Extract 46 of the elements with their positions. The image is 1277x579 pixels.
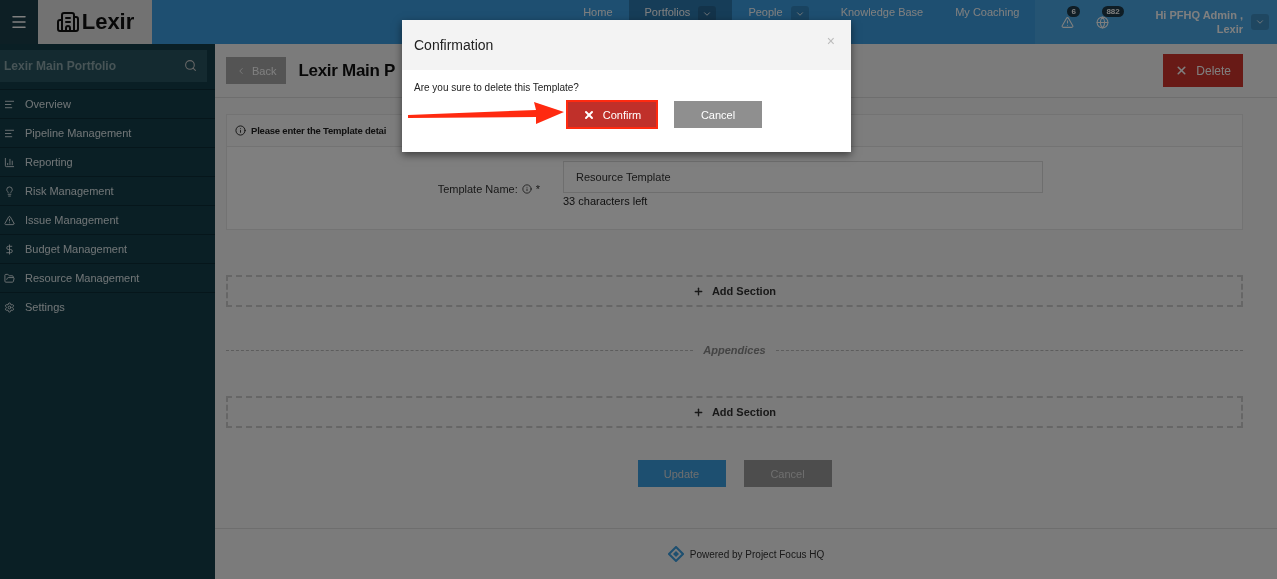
search-icon[interactable] <box>184 59 197 72</box>
user-greeting: Hi PFHQ Admin , Lexir <box>1155 8 1243 36</box>
plus-icon <box>692 406 704 418</box>
dollar-icon <box>4 243 15 255</box>
sidebar-item[interactable]: Settings <box>0 292 215 321</box>
bar-chart-icon <box>4 156 15 168</box>
sidebar-item[interactable]: Resource Management <box>0 263 215 292</box>
building-icon <box>55 10 80 34</box>
dialog-title: Confirmation <box>414 37 494 53</box>
delete-button[interactable]: Delete <box>1163 54 1243 87</box>
sidebar-item[interactable]: Pipeline Management <box>0 118 215 147</box>
diamond-logo-icon <box>667 546 684 562</box>
lightbulb-icon <box>4 185 15 197</box>
plus-icon <box>692 285 704 297</box>
sidebar-item[interactable]: Reporting <box>0 147 215 176</box>
field-label: Template Name: <box>437 183 518 195</box>
footer-text: Powered by Project Focus HQ <box>689 548 825 560</box>
globe-icon[interactable] <box>1096 15 1110 29</box>
info-icon <box>235 125 246 136</box>
notification-count-badge: 882 <box>1102 5 1124 17</box>
alert-count-badge: 6 <box>1067 5 1080 17</box>
logo-text: Lexir <box>81 9 135 35</box>
gears-icon <box>4 301 15 313</box>
page-title: Lexir Main P <box>298 60 395 81</box>
menu-icon[interactable] <box>10 13 28 31</box>
add-section-button[interactable]: Add Section <box>226 275 1243 307</box>
folder-icon <box>4 272 15 284</box>
cancel-button[interactable]: Cancel <box>674 101 762 128</box>
info-icon <box>521 184 532 194</box>
add-section-button[interactable]: Add Section <box>226 396 1243 428</box>
panel-heading: Please enter the Template detai <box>251 125 387 136</box>
template-name-field[interactable]: Resource Template <box>563 161 1043 193</box>
sidebar-item[interactable]: Overview <box>0 89 215 118</box>
chevron-left-icon <box>236 65 246 76</box>
sidebar-item[interactable]: Budget Management <box>0 234 215 263</box>
required-mark: * <box>535 183 540 195</box>
close-x-icon <box>582 108 595 121</box>
warning-icon <box>4 214 15 226</box>
list-icon <box>4 127 15 139</box>
sidebar-item[interactable]: Issue Management <box>0 205 215 234</box>
warning-icon[interactable] <box>1061 15 1075 29</box>
dialog-message: Are you sure to delete this Template? <box>414 82 580 93</box>
characters-left-hint: 33 characters left <box>563 195 649 207</box>
sidebar-item[interactable]: Risk Management <box>0 176 215 205</box>
confirm-button[interactable]: Confirm <box>566 100 658 129</box>
list-icon <box>4 98 15 110</box>
